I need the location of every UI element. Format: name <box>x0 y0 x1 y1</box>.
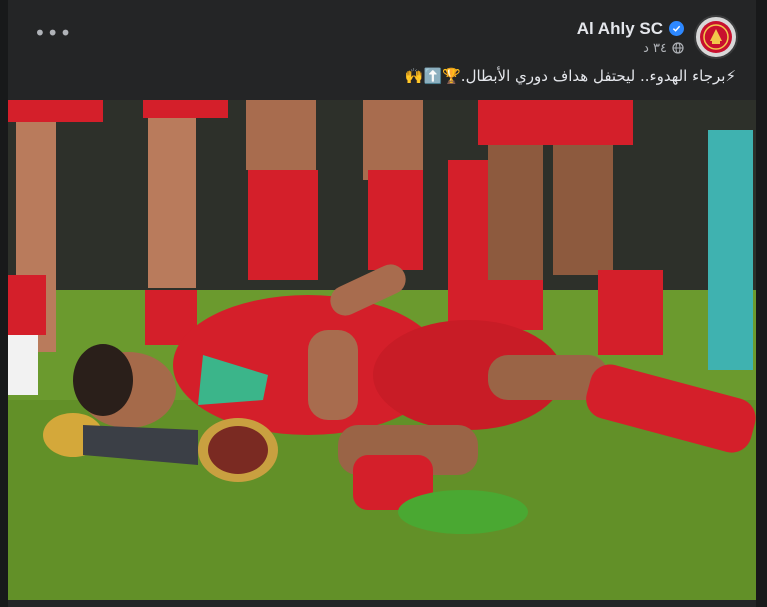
photo-illustration <box>8 100 756 600</box>
more-options-icon: ••• <box>34 21 73 45</box>
globe-icon <box>672 42 684 54</box>
facebook-post: ••• Al Ahly SC ٣٤ د ⚡برجاء الهدوء.. ليحت… <box>8 0 756 607</box>
timestamp-row: ٣٤ د <box>577 41 684 56</box>
post-meta: Al Ahly SC ٣٤ د <box>577 19 684 56</box>
post-photo[interactable] <box>8 100 756 600</box>
post-header: Al Ahly SC ٣٤ د <box>577 14 738 60</box>
page-avatar[interactable] <box>694 15 738 59</box>
more-options-button[interactable]: ••• <box>34 23 71 43</box>
page-name-row: Al Ahly SC <box>577 19 684 39</box>
post-timestamp[interactable]: ٣٤ د <box>643 41 667 56</box>
post-caption: ⚡برجاء الهدوء.. ليحتفل هداف دوري الأبطال… <box>404 67 736 85</box>
page-name-link[interactable]: Al Ahly SC <box>577 19 663 39</box>
verified-badge-icon <box>669 21 684 36</box>
al-ahly-logo-icon <box>700 21 732 53</box>
